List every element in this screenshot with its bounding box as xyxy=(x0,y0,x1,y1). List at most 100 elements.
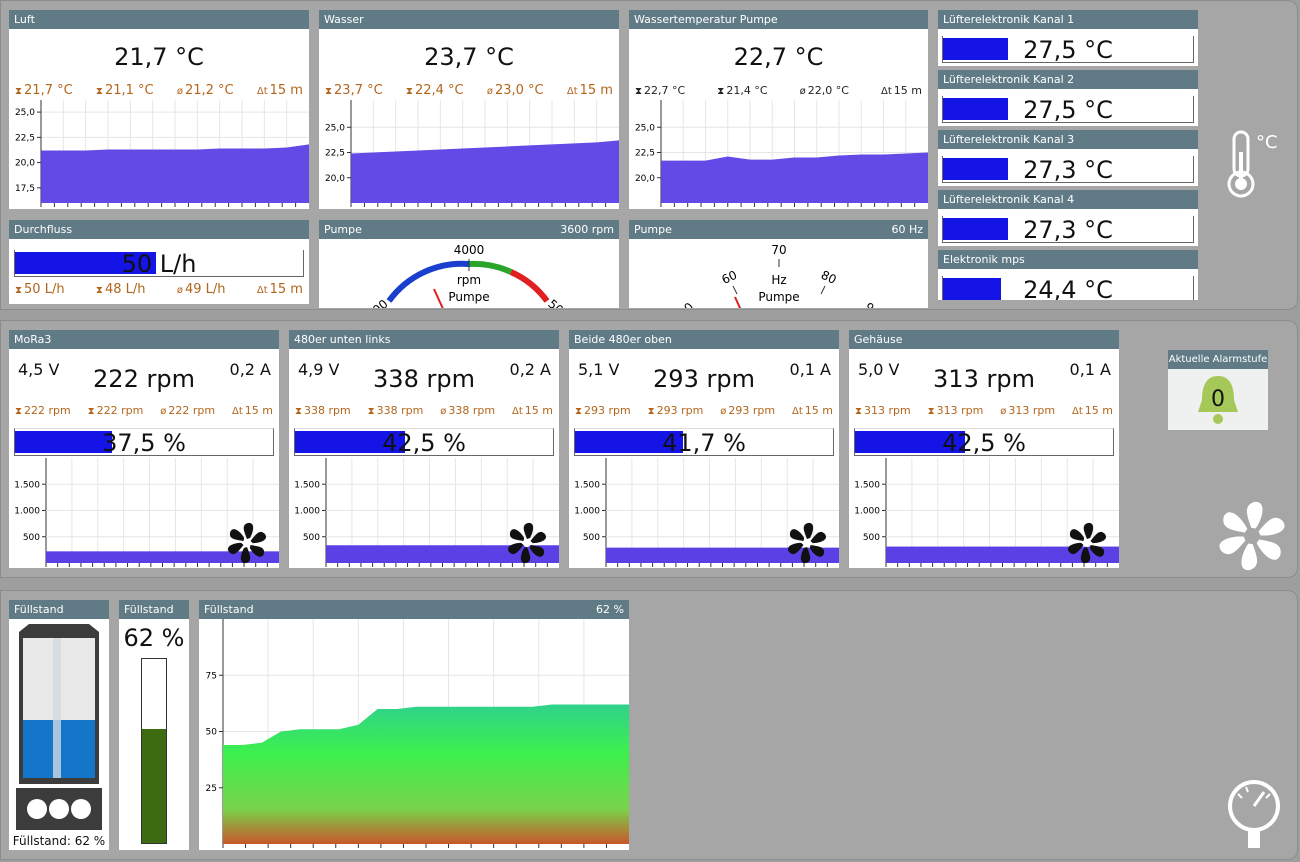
flow-stats: ⧗ 50 L/h ⧗ 48 L/h ø 49 L/h Δt 15 m xyxy=(9,282,309,297)
temp-value: 22,7 °C xyxy=(733,43,824,71)
fan-chart: 1.500 1.000 500 xyxy=(854,458,1119,567)
min-icon: ⧗ xyxy=(95,285,103,296)
channel-panel[interactable]: Lüfterelektronik Kanal 2 27,5 °C xyxy=(938,70,1198,126)
panel-title: Füllstand xyxy=(119,600,189,619)
fan-current: 0,2 A xyxy=(229,360,271,379)
gauge-tick-label: 70 xyxy=(771,243,786,257)
temp-panel-wasser[interactable]: Wasser 23,7 °C ⧗ 23,7 °C ⧗ 22,4 °C ø 23,0 °… xyxy=(319,10,619,209)
channel-bar: 27,3 °C xyxy=(942,216,1194,244)
flow-panel[interactable]: Durchfluss 50 L/h ⧗ 50 L/h ⧗ 48 L/h ø 49 L/… xyxy=(9,220,309,304)
panel-title: Lüfterelektronik Kanal 4 xyxy=(938,190,1198,209)
temp-panel-pumpe[interactable]: Wassertemperatur Pumpe 22,7 °C ⧗ 22,7 °C … xyxy=(629,10,928,209)
level-value: 62 % xyxy=(123,624,185,652)
level-chart-panel[interactable]: Füllstand 62 % 75 50 25 xyxy=(199,600,629,850)
alarm-panel[interactable]: Aktuelle Alarmstufe 0 xyxy=(1168,350,1268,430)
thermometer-icon: °C xyxy=(1227,130,1278,198)
fan-current: 0,1 A xyxy=(789,360,831,379)
timespan-icon: Δt xyxy=(880,86,892,97)
y-tick-label: 1.500 xyxy=(14,480,40,490)
temp-chart: 25,0 22,5 20,0 xyxy=(325,100,619,207)
pump-rpm-gauge: 4000 3000 5000 rpm Pumpe xyxy=(358,243,578,308)
fan-stats: ⧗ 222 rpm ⧗ 222 rpm ø 222 rpm Δt 15 m xyxy=(9,404,279,417)
span-stat: Δt 15 m xyxy=(256,83,303,98)
max-stat: ⧗ 293 rpm xyxy=(575,404,631,417)
panel-title: Lüfterelektronik Kanal 3 xyxy=(938,130,1198,149)
panel-title: Lüfterelektronik Kanal 1 xyxy=(938,10,1198,29)
min-stat: ⧗ 222 rpm xyxy=(87,404,144,417)
max-stat: ⧗ 50 L/h xyxy=(15,282,65,297)
channel-bar: 24,4 °C xyxy=(942,276,1194,300)
channel-bar: 27,5 °C xyxy=(942,36,1194,64)
pump-hz-panel[interactable]: Pumpe60 Hz 50 60 70 80 90 Hz Pumpe xyxy=(629,220,928,308)
gauge-label: Pumpe xyxy=(448,290,489,304)
gauge-needle xyxy=(734,296,742,308)
span-stat: Δt 15 m xyxy=(232,404,273,417)
avg-stat: ø 22,0 °C xyxy=(799,84,849,97)
panel-title: Pumpe 3600 rpm xyxy=(319,220,619,239)
max-icon: ⧗ xyxy=(635,86,643,97)
y-tick-label: 25 xyxy=(206,784,217,794)
avg-icon: ø xyxy=(720,406,727,417)
timespan-icon: Δt xyxy=(232,406,243,417)
y-tick-label: 500 xyxy=(23,533,40,543)
avg-icon: ø xyxy=(440,406,447,417)
fan-percent-bar: 41,7 % xyxy=(574,428,834,457)
fan-panel[interactable]: Gehäuse 5,0 V 313 rpm 0,1 A ⧗ 313 rpm ⧗ 31… xyxy=(849,330,1119,568)
gauge-tick-label: 4000 xyxy=(454,243,485,257)
channel-panel[interactable]: Elektronik mps 24,4 °C xyxy=(938,250,1198,300)
max-icon: ⧗ xyxy=(15,86,23,97)
gauge-label: Pumpe xyxy=(758,290,799,304)
panel-title: Lüfterelektronik Kanal 2 xyxy=(938,70,1198,89)
y-tick-label: 1.000 xyxy=(14,507,40,517)
temp-area xyxy=(661,152,928,203)
fan-chart: 1.500 1.000 500 xyxy=(294,458,559,567)
span-stat: Δt 15 m xyxy=(1072,404,1113,417)
y-tick-label: 1.500 xyxy=(854,480,880,490)
fan-panel[interactable]: 480er unten links 4,9 V 338 rpm 0,2 A ⧗ 3… xyxy=(289,330,559,568)
gauge-tick-label: 90 xyxy=(861,300,882,308)
panel-title: 480er unten links xyxy=(289,330,559,349)
channel-value: 27,5 °C xyxy=(1023,36,1113,64)
temp-panel-luft[interactable]: Luft 21,7 °C ⧗ 21,7 °C ⧗ 21,1 °C ø 21,2 °C … xyxy=(9,10,309,209)
span-stat: Δt 15 m xyxy=(880,84,922,97)
max-stat: ⧗ 313 rpm xyxy=(855,404,911,417)
channel-panel[interactable]: Lüfterelektronik Kanal 1 27,5 °C xyxy=(938,10,1198,66)
timespan-icon: Δt xyxy=(256,285,268,296)
avg-stat: ø 49 L/h xyxy=(176,282,226,297)
y-tick-label: 1.000 xyxy=(294,507,320,517)
fan-percent-bar: 42,5 % xyxy=(854,428,1114,457)
y-tick-label: 50 xyxy=(206,728,218,738)
min-stat: ⧗ 22,4 °C xyxy=(405,83,464,98)
fan-icon xyxy=(1219,501,1285,571)
level-chart: 75 50 25 xyxy=(206,619,629,848)
fan-percent-bar: 42,5 % xyxy=(294,428,554,457)
tank-panel[interactable]: Füllstand Füllstand: 62 % xyxy=(9,600,109,850)
avg-icon: ø xyxy=(176,285,183,296)
y-tick-label: 22,5 xyxy=(15,133,35,143)
min-icon: ⧗ xyxy=(367,406,375,417)
y-tick-label: 22,5 xyxy=(635,149,655,159)
span-stat: Δt 15 m xyxy=(256,282,303,297)
pump-rpm-panel[interactable]: Pumpe3600 rpm 4000 3000 5000 rpm Pumpe xyxy=(319,220,619,308)
max-icon: ⧗ xyxy=(295,406,303,417)
y-tick-label: 1.500 xyxy=(574,480,600,490)
fan-panel[interactable]: Beide 480er oben 5,1 V 293 rpm 0,1 A ⧗ 29… xyxy=(569,330,839,568)
min-stat: ⧗ 48 L/h xyxy=(95,282,146,297)
fan-panel[interactable]: MoRa3 4,5 V 222 rpm 0,2 A ⧗ 222 rpm ⧗ 222 … xyxy=(9,330,279,568)
fan-percent-bar: 37,5 % xyxy=(14,428,274,457)
gauge-tick-label: 5000 xyxy=(545,297,577,308)
panel-title: Wasser xyxy=(319,10,619,29)
y-tick-label: 17,5 xyxy=(15,184,35,194)
max-icon: ⧗ xyxy=(15,406,23,417)
temp-value: 23,7 °C xyxy=(424,43,514,71)
panel-title: Wassertemperatur Pumpe xyxy=(629,10,928,29)
fan-current: 0,1 A xyxy=(1069,360,1111,379)
alarm-title: Aktuelle Alarmstufe xyxy=(1168,350,1268,369)
panel-title: Füllstand 62 % xyxy=(199,600,629,619)
y-tick-label: 25,0 xyxy=(15,108,35,118)
channel-panel[interactable]: Lüfterelektronik Kanal 3 27,3 °C xyxy=(938,130,1198,186)
level-bar-panel[interactable]: Füllstand 62 % xyxy=(119,600,189,850)
max-stat: ⧗ 23,7 °C xyxy=(325,83,383,98)
max-stat: ⧗ 338 rpm xyxy=(295,404,351,417)
channel-panel[interactable]: Lüfterelektronik Kanal 4 27,3 °C xyxy=(938,190,1198,246)
